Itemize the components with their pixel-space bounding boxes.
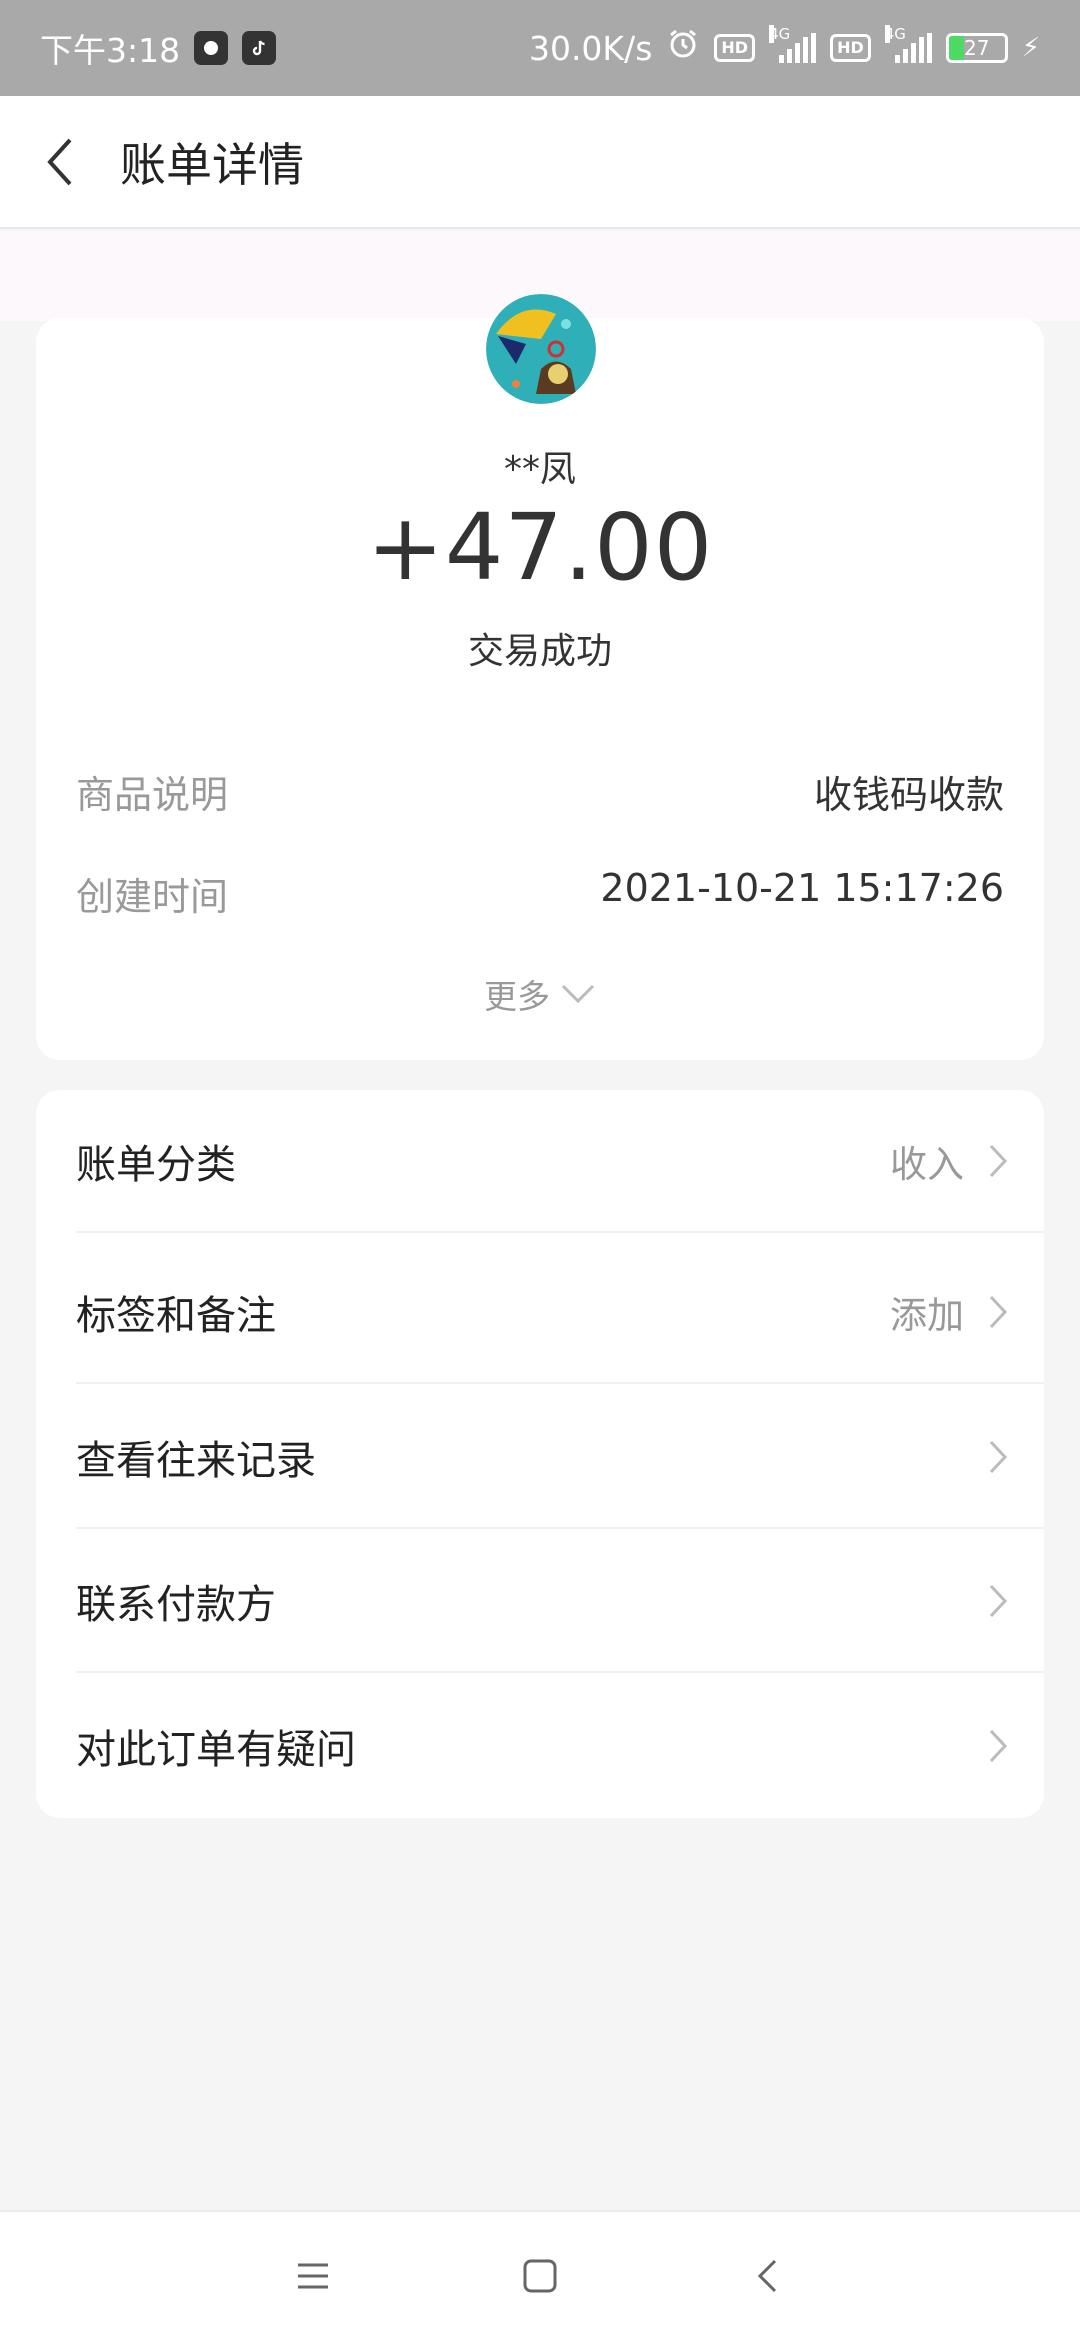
tiktok-icon [242, 31, 277, 65]
alarm-icon [666, 27, 700, 69]
detail-value: 收钱码收款 [813, 773, 1004, 817]
detail-label: 商品说明 [76, 773, 229, 817]
chevron-down-icon [561, 984, 595, 1004]
charging-icon: ⚡ [1021, 33, 1040, 63]
detail-row-product: 商品说明 收钱码收款 [76, 764, 1004, 819]
transaction-amount: +47.00 [366, 494, 714, 601]
status-time: 下午3:18 [40, 31, 181, 70]
signal-icon-2: 4G [884, 25, 932, 63]
item-value: 收入 [890, 1142, 964, 1186]
chevron-right-icon [989, 1440, 1008, 1473]
chevron-right-icon [989, 1584, 1008, 1617]
item-value: 添加 [890, 1293, 964, 1337]
list-item-bill-category[interactable]: 账单分类 收入 [76, 1090, 1044, 1233]
status-bar: 下午3:18 30.0K/s HD 4G HD 4G 27 ⚡ [0, 0, 1080, 96]
back-button[interactable] [0, 95, 120, 228]
nav-menu-button[interactable] [273, 2236, 353, 2316]
avatar[interactable] [486, 294, 596, 404]
list-item-contact-payer[interactable]: 联系付款方 [76, 1530, 1044, 1673]
nav-home-button[interactable] [500, 2236, 580, 2316]
home-square-icon [523, 2259, 557, 2293]
hd-badge: HD [714, 34, 756, 62]
more-button[interactable]: 更多 [36, 970, 1044, 1018]
nav-back-icon [757, 2259, 776, 2293]
signal-icon: 4G [769, 25, 817, 63]
transaction-status: 交易成功 [467, 631, 612, 672]
detail-value: 2021-10-21 15:17:26 [600, 866, 1004, 910]
item-label: 对此订单有疑问 [76, 1726, 356, 1773]
list-item-tags-notes[interactable]: 标签和备注 添加 [76, 1241, 1044, 1384]
app-header: 账单详情 [0, 96, 1080, 229]
battery-icon: 27 [945, 33, 1008, 63]
chevron-right-icon [989, 1729, 1008, 1762]
transaction-card: **凤 +47.00 交易成功 商品说明 收钱码收款 创建时间 2021-10-… [36, 294, 1044, 1060]
item-label: 联系付款方 [76, 1581, 276, 1628]
detail-row-created-time: 创建时间 2021-10-21 15:17:26 [76, 866, 1004, 921]
menu-icon [298, 2263, 329, 2289]
item-label: 标签和备注 [76, 1292, 276, 1339]
network-speed: 30.0K/s [528, 28, 653, 68]
list-item-order-question[interactable]: 对此订单有疑问 [76, 1674, 1044, 1817]
options-list: 账单分类 收入 标签和备注 添加 查看往来记录 联系付款方 对此订单有疑问 [36, 1090, 1044, 1818]
chevron-right-icon [989, 1144, 1008, 1177]
item-label: 查看往来记录 [76, 1437, 316, 1484]
chevron-right-icon [989, 1295, 1008, 1328]
hd-badge-2: HD [830, 34, 871, 62]
nav-back-button[interactable] [727, 2236, 807, 2316]
detail-label: 创建时间 [76, 875, 229, 919]
item-label: 账单分类 [76, 1141, 236, 1188]
back-arrow-icon [47, 138, 72, 185]
list-item-view-records[interactable]: 查看往来记录 [76, 1386, 1044, 1529]
system-nav-bar [0, 2210, 1080, 2340]
page-title: 账单详情 [120, 137, 304, 192]
notification-app-icon [194, 31, 229, 65]
payer-name: **凤 [503, 449, 576, 490]
more-label: 更多 [484, 977, 550, 1016]
